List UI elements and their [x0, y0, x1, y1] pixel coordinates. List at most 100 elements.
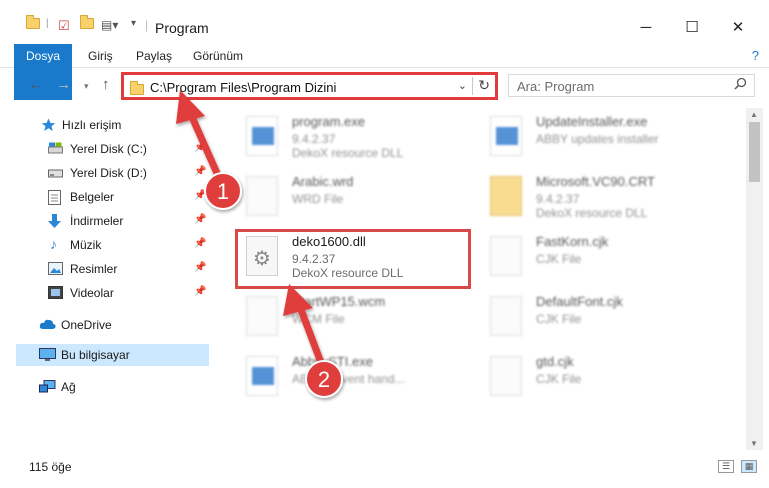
address-path[interactable]: C:\Program Files\Program Dizini	[150, 80, 336, 95]
search-input[interactable]: Ara: Program	[517, 79, 594, 94]
file-icon	[490, 356, 522, 396]
download-icon	[48, 214, 63, 228]
sidebar-item-music[interactable]: ♪ Müzik 📌	[0, 234, 210, 256]
sidebar-item-label: Belgeler	[70, 190, 115, 204]
refresh-icon[interactable]: ↻	[478, 77, 490, 94]
minimize-button[interactable]: ─	[623, 12, 669, 42]
back-arrow-icon[interactable]: ←	[28, 76, 43, 93]
file-item[interactable]: program.exe 9.4.2.37 DekoX resource DLL	[236, 110, 472, 166]
sidebar-item-label: Videolar	[70, 286, 114, 300]
file-highlight-box	[235, 229, 471, 289]
file-name: StartWP15.wcm	[292, 294, 386, 309]
videos-icon	[48, 286, 63, 299]
folder-icon	[130, 81, 144, 98]
file-icon	[246, 176, 278, 216]
pin-icon[interactable]: 📌	[194, 262, 206, 273]
maximize-button[interactable]: ☐	[669, 12, 715, 42]
details-view-icon[interactable]: ☰	[718, 460, 734, 473]
file-description: DekoX resource DLL	[536, 206, 648, 220]
file-name: UpdateInstaller.exe	[536, 114, 648, 129]
item-count: 115 öğe	[29, 460, 72, 474]
sidebar-item-onedrive[interactable]: OneDrive	[0, 314, 210, 336]
quick-access-dropdown-icon[interactable]: ▾	[131, 18, 136, 29]
sidebar-item-c-drive[interactable]: Yerel Disk (C:) 📌	[0, 138, 210, 160]
tiles-view-icon[interactable]: ▦	[741, 460, 757, 473]
file-item[interactable]: StartWP15.wcm WCM File	[236, 290, 472, 346]
sidebar-item-network[interactable]: Ağ	[0, 376, 210, 398]
pin-icon[interactable]: 📌	[194, 142, 206, 153]
file-item[interactable]: UpdateInstaller.exe ABBY updates install…	[480, 110, 716, 166]
file-item[interactable]: Microsoft.VC90.CRT 9.4.2.37 DekoX resour…	[480, 170, 716, 226]
file-icon	[490, 296, 522, 336]
sidebar-item-label: Resimler	[70, 262, 118, 276]
chevron-down-icon[interactable]: ⌄	[458, 79, 467, 92]
file-item[interactable]: gtd.cjk CJK File	[480, 350, 716, 406]
scroll-up-icon[interactable]: ▲	[750, 110, 758, 119]
title-bar: | ☑ ▤▾ ▾ | Program ─ ☐ ✕	[0, 0, 769, 44]
up-arrow-icon[interactable]: ↑	[102, 76, 110, 93]
search-box[interactable]: Ara: Program	[508, 74, 755, 97]
file-name: Arabic.wrd	[292, 174, 354, 189]
pin-icon[interactable]: 📌	[194, 166, 206, 177]
tab-giris[interactable]: Giriş	[88, 44, 113, 68]
file-version: 9.4.2.37	[536, 192, 580, 206]
sidebar-item-pictures[interactable]: Resimler 📌	[0, 258, 210, 280]
star-icon	[41, 118, 56, 131]
sidebar-item-label: Yerel Disk (C:)	[70, 142, 147, 156]
file-type: CJK File	[536, 312, 582, 326]
file-icon	[490, 236, 522, 276]
sidebar-item-d-drive[interactable]: Yerel Disk (D:) 📌	[0, 162, 210, 184]
file-name: Microsoft.VC90.CRT	[536, 174, 655, 189]
vertical-scrollbar[interactable]: ▲ ▼	[746, 108, 763, 450]
close-button[interactable]: ✕	[715, 12, 761, 42]
file-version: 9.4.2.37	[292, 132, 336, 146]
customize-icon[interactable]: ▤▾	[101, 18, 118, 32]
sidebar-item-quick-access[interactable]: Hızlı erişim	[0, 114, 210, 136]
sidebar-item-this-pc[interactable]: Bu bilgisayar	[16, 344, 209, 366]
sidebar-item-downloads[interactable]: İndirmeler 📌	[0, 210, 210, 232]
drive-icon	[48, 142, 63, 155]
computer-icon	[39, 348, 56, 361]
sidebar-item-label: Müzik	[70, 238, 102, 252]
pin-icon[interactable]: 📌	[194, 238, 206, 249]
help-icon[interactable]: ?	[752, 48, 759, 63]
status-bar: 115 öğe ☰ ▦	[0, 450, 769, 488]
properties-icon[interactable]: ☑	[58, 18, 70, 34]
scroll-thumb[interactable]	[749, 122, 760, 182]
ribbon-tabs: Dosya Giriş Paylaş Görünüm ?	[0, 44, 769, 100]
pin-icon[interactable]: 📌	[194, 214, 206, 225]
file-name: gtd.cjk	[536, 354, 574, 369]
exe-file-icon	[246, 356, 278, 396]
tab-paylas[interactable]: Paylaş	[136, 44, 172, 68]
folder-icon	[26, 15, 40, 29]
file-name: DefaultFont.cjk	[536, 294, 623, 309]
file-type: WRD File	[292, 192, 344, 206]
sidebar-item-videos[interactable]: Videolar 📌	[0, 282, 210, 304]
file-item[interactable]: DefaultFont.cjk CJK File	[480, 290, 716, 346]
file-description: DekoX resource DLL	[292, 146, 404, 160]
pin-icon[interactable]: 📌	[194, 286, 206, 297]
recent-locations-icon[interactable]: ▾	[84, 81, 89, 92]
file-item[interactable]: AbbyySTI.exe ABBYY event hand...	[236, 350, 472, 406]
documents-icon	[48, 190, 63, 205]
new-folder-icon[interactable]	[80, 15, 94, 29]
file-item[interactable]: FastKorn.cjk CJK File	[480, 230, 716, 286]
exe-file-icon	[490, 116, 522, 156]
file-name: FastKorn.cjk	[536, 234, 609, 249]
file-description: ABBYY event hand...	[292, 372, 405, 386]
sidebar-item-label: OneDrive	[61, 318, 112, 332]
pin-icon[interactable]: 📌	[194, 190, 206, 201]
sidebar-item-documents[interactable]: Belgeler 📌	[0, 186, 210, 208]
forward-arrow-icon[interactable]: →	[56, 76, 71, 93]
address-bar[interactable]: C:\Program Files\Program Dizini ⌄ ↻	[121, 72, 498, 100]
sidebar-item-label: Hızlı erişim	[62, 118, 122, 132]
separator: |	[145, 18, 149, 32]
tab-gorunum[interactable]: Görünüm	[193, 44, 243, 68]
divider	[472, 77, 473, 95]
window-title: Program	[155, 20, 209, 36]
search-icon	[734, 77, 747, 93]
file-item[interactable]: Arabic.wrd WRD File	[236, 170, 472, 226]
scroll-down-icon[interactable]: ▼	[750, 439, 758, 448]
sidebar-item-label: Yerel Disk (D:)	[70, 166, 147, 180]
drive-icon	[48, 166, 63, 179]
